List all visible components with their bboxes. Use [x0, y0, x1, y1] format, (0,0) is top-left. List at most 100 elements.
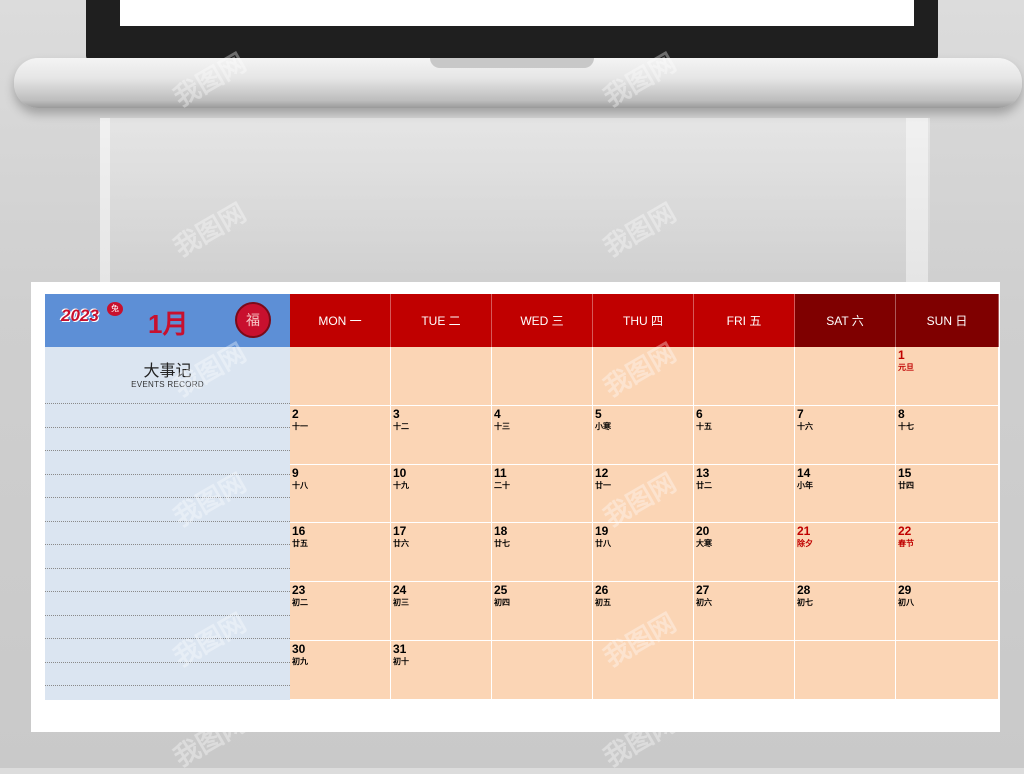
lunar-date: 十六 — [797, 421, 813, 431]
events-title: 大事记 — [143, 363, 192, 380]
lunar-date: 廿四 — [898, 480, 914, 490]
month-title: 1月 — [148, 309, 189, 339]
day-cell[interactable] — [492, 641, 593, 700]
day-cell[interactable] — [896, 641, 999, 700]
events-ruled-line — [45, 615, 290, 616]
day-number: 7 — [797, 406, 804, 421]
day-cell[interactable]: 17 廿六 — [391, 523, 492, 583]
day-number: 14 — [797, 465, 811, 480]
day-number: 28 — [797, 583, 811, 598]
day-number: 21 — [797, 524, 811, 539]
day-number: 8 — [898, 406, 905, 421]
day-cell[interactable] — [795, 641, 896, 700]
day-cell[interactable]: 2 十一 — [290, 405, 391, 465]
day-cell[interactable] — [593, 641, 694, 700]
day-cell[interactable] — [593, 347, 694, 406]
calendar-left-column: 2023 兔 1月 福 大事记 EVENTS RECORD — [45, 294, 290, 700]
lunar-date: 廿六 — [393, 539, 409, 549]
events-ruled-line — [45, 685, 290, 686]
lunar-date: 十三 — [494, 421, 510, 431]
lunar-date: 十八 — [292, 480, 308, 490]
day-cell[interactable]: 22 春节 — [896, 523, 999, 583]
day-cell[interactable]: 3 十二 — [391, 405, 492, 465]
weekday-header: SUN 日 — [896, 294, 999, 347]
events-ruled-line — [45, 497, 290, 498]
day-cell[interactable]: 23 初二 — [290, 582, 391, 641]
weekday-header: WED 三 — [492, 294, 593, 347]
lunar-date: 初八 — [898, 598, 914, 608]
day-cell[interactable] — [290, 347, 391, 406]
day-cell[interactable]: 18 廿七 — [492, 523, 593, 583]
lunar-date: 初五 — [595, 598, 611, 608]
day-cell[interactable]: 13 廿二 — [694, 464, 795, 524]
lunar-date: 廿一 — [595, 480, 611, 490]
events-ruled-line — [45, 591, 290, 592]
day-number: 6 — [696, 406, 703, 421]
day-cell[interactable] — [694, 641, 795, 700]
day-number: 25 — [494, 583, 508, 598]
day-cell[interactable] — [795, 347, 896, 406]
day-cell[interactable]: 6 十五 — [694, 405, 795, 465]
day-number: 4 — [494, 406, 501, 421]
day-number: 19 — [595, 524, 609, 539]
events-ruled-line — [45, 474, 290, 475]
day-number: 17 — [393, 524, 407, 539]
day-cell[interactable]: 12 廿一 — [593, 464, 694, 524]
day-number: 1 — [898, 348, 905, 362]
lunar-date: 初二 — [292, 598, 308, 608]
year-badge: 2023 — [61, 306, 99, 325]
day-cell[interactable]: 28 初七 — [795, 582, 896, 641]
day-number: 30 — [292, 642, 306, 656]
day-cell[interactable]: 25 初四 — [492, 582, 593, 641]
reflection-leg-right — [906, 118, 928, 283]
day-cell[interactable]: 10 十九 — [391, 464, 492, 524]
day-cell[interactable]: 31 初十 — [391, 641, 492, 700]
day-cell[interactable]: 24 初三 — [391, 582, 492, 641]
day-cell[interactable] — [492, 347, 593, 406]
events-subtitle: EVENTS RECORD — [131, 380, 204, 389]
day-cell[interactable]: 20 大寒 — [694, 523, 795, 583]
laptop-screen — [86, 0, 938, 60]
fu-seal-icon: 福 — [235, 302, 271, 338]
day-cell[interactable]: 7 十六 — [795, 405, 896, 465]
weekday-header: FRI 五 — [694, 294, 795, 347]
weekday-header: MON 一 — [290, 294, 391, 347]
day-number: 3 — [393, 406, 400, 421]
day-cell[interactable]: 27 初六 — [694, 582, 795, 641]
day-number: 16 — [292, 524, 306, 539]
day-cell[interactable]: 8 十七 — [896, 405, 999, 465]
day-cell[interactable]: 4 十三 — [492, 405, 593, 465]
events-ruled-line — [45, 544, 290, 545]
day-cell[interactable] — [694, 347, 795, 406]
lunar-date: 十五 — [696, 421, 712, 431]
day-cell[interactable]: 30 初九 — [290, 641, 391, 700]
lunar-date: 元旦 — [898, 363, 914, 372]
day-cell[interactable]: 26 初五 — [593, 582, 694, 641]
day-cell[interactable]: 21 除夕 — [795, 523, 896, 583]
day-number: 5 — [595, 406, 602, 421]
day-cell[interactable]: 5 小寒 — [593, 405, 694, 465]
events-ruled-line — [45, 568, 290, 569]
day-cell[interactable]: 16 廿五 — [290, 523, 391, 583]
day-number: 22 — [898, 524, 912, 539]
lunar-date: 初三 — [393, 598, 409, 608]
desk-reflection — [100, 118, 930, 278]
laptop-notch — [430, 58, 594, 68]
lunar-date: 廿二 — [696, 480, 712, 490]
reflection-leg-left — [100, 118, 110, 283]
day-cell[interactable]: 14 小年 — [795, 464, 896, 524]
lunar-date: 初七 — [797, 598, 813, 608]
lunar-date: 初四 — [494, 598, 510, 608]
lunar-date: 初九 — [292, 657, 308, 666]
day-cell[interactable]: 19 廿八 — [593, 523, 694, 583]
day-cell[interactable]: 11 二十 — [492, 464, 593, 524]
laptop-screen-display — [120, 0, 914, 26]
lunar-date: 小年 — [797, 480, 813, 490]
day-cell[interactable] — [391, 347, 492, 406]
day-cell[interactable]: 9 十八 — [290, 464, 391, 524]
day-cell[interactable]: 1 元旦 — [896, 347, 999, 406]
rabbit-year-icon: 兔 — [107, 302, 123, 316]
day-cell[interactable]: 15 廿四 — [896, 464, 999, 524]
events-ruled-line — [45, 521, 290, 522]
day-cell[interactable]: 29 初八 — [896, 582, 999, 641]
